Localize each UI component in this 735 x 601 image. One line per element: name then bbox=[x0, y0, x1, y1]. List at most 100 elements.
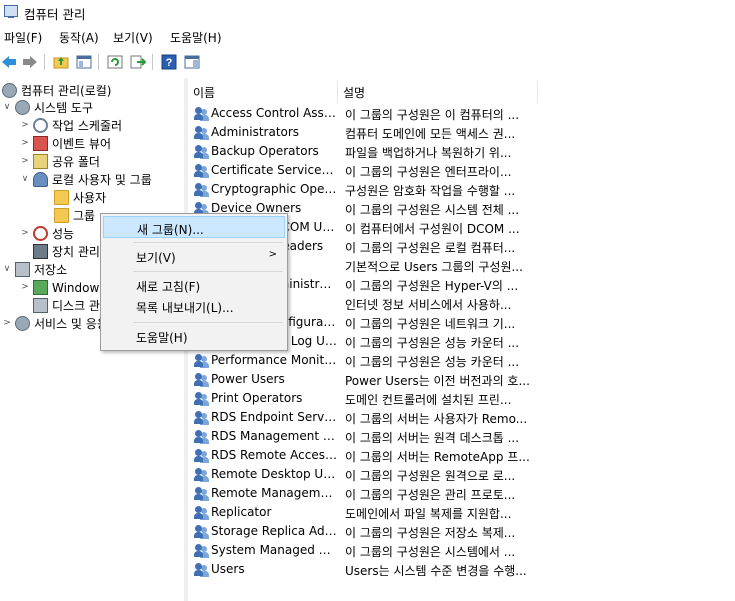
show-tree-icon[interactable] bbox=[75, 53, 93, 71]
group-description: 이 그룹의 구성원은 Hyper-V의 ... bbox=[345, 279, 519, 293]
group-description: 이 그룹의 서버는 원격 데스크톱 ... bbox=[345, 431, 520, 445]
horizontal-scrollbar[interactable] bbox=[188, 587, 735, 601]
tree-item-local-users-groups[interactable]: ∨ 로컬 사용자 및 그룹 bbox=[20, 170, 152, 188]
table-row[interactable]: Access Control Assist... 이 그룹의 구성원은 이 컴퓨터… bbox=[192, 104, 532, 123]
window-title: 컴퓨터 관리 bbox=[24, 7, 86, 22]
table-row[interactable]: Storage Replica Admi... 이 그룹의 구성원은 저장소 복제… bbox=[192, 522, 532, 541]
refresh-icon[interactable] bbox=[106, 53, 124, 71]
menu-item-view[interactable]: 보기(V) > bbox=[103, 245, 285, 267]
group-icon bbox=[194, 467, 209, 482]
table-row[interactable]: Replicator 도메인에서 파일 복제를 지원합... bbox=[192, 503, 532, 522]
group-description: 도메인에서 파일 복제를 지원합... bbox=[345, 507, 512, 521]
group-description: Power Users는 이전 버전과의 호... bbox=[345, 374, 530, 388]
local-users-groups-icon bbox=[33, 171, 48, 187]
export-list-icon[interactable] bbox=[129, 53, 147, 71]
storage-icon bbox=[15, 261, 30, 277]
table-row[interactable]: Cryptographic Operat... 구성원은 암호화 작업을 수행할 … bbox=[192, 180, 532, 199]
menu-file[interactable]: 파일(F) bbox=[4, 29, 42, 46]
group-name: Remote Desktop Users bbox=[211, 467, 337, 481]
group-description: 이 그룹의 구성원은 로컬 컴퓨터... bbox=[345, 241, 516, 255]
folder-icon bbox=[54, 207, 69, 223]
group-name: Print Operators bbox=[211, 391, 303, 405]
table-row[interactable]: Users Users는 시스템 수준 변경을 수행... bbox=[192, 560, 532, 579]
menu-help[interactable]: 도움말(H) bbox=[170, 29, 222, 46]
menu-item-new-group[interactable]: 새 그룹(N)... bbox=[103, 216, 285, 238]
group-description: 이 그룹의 서버는 RemoteApp 프... bbox=[345, 450, 530, 464]
group-description: Users는 시스템 수준 변경을 수행... bbox=[345, 564, 527, 578]
group-description: 이 그룹의 구성원은 성능 카운터 ... bbox=[345, 355, 520, 369]
svg-text:?: ? bbox=[166, 57, 173, 69]
menu-view[interactable]: 보기(V) bbox=[113, 29, 153, 46]
tree-item-storage[interactable]: ∨ 저장소 bbox=[2, 260, 67, 278]
properties-pane-icon[interactable] bbox=[183, 53, 201, 71]
group-description: 이 그룹의 구성원은 관리 프로토... bbox=[345, 488, 516, 502]
toolbar-separator bbox=[44, 54, 45, 70]
group-icon bbox=[194, 182, 209, 197]
menu-item-export-list[interactable]: 목록 내보내기(L)... bbox=[103, 295, 285, 317]
table-row[interactable]: Backup Operators 파일을 백업하거나 복원하기 위... bbox=[192, 142, 532, 161]
menu-item-help[interactable]: 도움말(H) bbox=[103, 325, 285, 347]
group-name: Certificate Service DC... bbox=[211, 163, 337, 177]
chevron-down-icon[interactable]: ∨ bbox=[20, 174, 30, 184]
group-name: Administrators bbox=[211, 125, 300, 139]
tree-item-computer-management[interactable]: 컴퓨터 관리(로컬) bbox=[2, 81, 111, 99]
computer-management-icon bbox=[2, 82, 17, 98]
chevron-right-icon[interactable]: > bbox=[20, 282, 30, 292]
table-row[interactable]: Certificate Service DC... 이 그룹의 구성원은 엔터프라… bbox=[192, 161, 532, 180]
menu-action[interactable]: 동작(A) bbox=[59, 29, 99, 46]
group-icon bbox=[194, 505, 209, 520]
column-header-name[interactable]: 이름 bbox=[188, 81, 338, 103]
table-row[interactable]: RDS Endpoint Servers 이 그룹의 서버는 사용자가 Remo.… bbox=[192, 408, 532, 427]
group-description: 도메인 컨트롤러에 설치된 프린... bbox=[345, 393, 512, 407]
table-row[interactable]: Power Users Power Users는 이전 버전과의 호... bbox=[192, 370, 532, 389]
group-name: Cryptographic Operat... bbox=[211, 182, 337, 196]
table-row[interactable]: Administrators 컴퓨터 도메인에 모든 액세스 권... bbox=[192, 123, 532, 142]
up-folder-icon[interactable] bbox=[52, 53, 70, 71]
table-row[interactable]: Performance Monitor... 이 그룹의 구성원은 성능 카운터 … bbox=[192, 351, 532, 370]
toolbar-separator bbox=[152, 54, 153, 70]
group-icon bbox=[194, 448, 209, 463]
table-row[interactable]: Print Operators 도메인 컨트롤러에 설치된 프린... bbox=[192, 389, 532, 408]
group-description: 이 그룹의 서버는 사용자가 Remo... bbox=[345, 412, 528, 426]
group-icon bbox=[194, 163, 209, 178]
group-name: RDS Remote Access ... bbox=[211, 448, 337, 462]
group-name: Replicator bbox=[211, 505, 272, 519]
tree-item-performance[interactable]: > 성능 bbox=[20, 224, 74, 242]
tree-item-event-viewer[interactable]: > 이벤트 뷰어 bbox=[20, 134, 111, 152]
chevron-right-icon[interactable]: > bbox=[20, 138, 30, 148]
back-icon[interactable] bbox=[0, 53, 18, 71]
group-description: 구성원은 암호화 작업을 수행할 ... bbox=[345, 184, 516, 198]
group-icon bbox=[194, 144, 209, 159]
table-row[interactable]: RDS Remote Access ... 이 그룹의 서버는 RemoteApp… bbox=[192, 446, 532, 465]
group-icon bbox=[194, 429, 209, 444]
table-row[interactable]: Remote Management... 이 그룹의 구성원은 관리 프로토... bbox=[192, 484, 532, 503]
table-row[interactable]: RDS Management Se... 이 그룹의 서버는 원격 데스크톱 ..… bbox=[192, 427, 532, 446]
toolbar-separator bbox=[98, 54, 99, 70]
chevron-down-icon[interactable]: ∨ bbox=[2, 102, 12, 112]
column-header-description[interactable]: 설명 bbox=[338, 81, 538, 103]
title-bar: 컴퓨터 관리 bbox=[0, 0, 735, 24]
table-row[interactable]: Remote Desktop Users 이 그룹의 구성원은 원격으로 로... bbox=[192, 465, 532, 484]
tree-item-task-scheduler[interactable]: > 작업 스케줄러 bbox=[20, 116, 122, 134]
group-description: 이 그룹의 구성원은 시스템에서 ... bbox=[345, 545, 516, 559]
shared-folders-icon bbox=[33, 153, 48, 169]
disk-management-icon bbox=[33, 297, 48, 313]
forward-icon[interactable] bbox=[21, 53, 39, 71]
tree-item-groups[interactable]: 그룹 bbox=[54, 206, 95, 224]
task-scheduler-icon bbox=[33, 117, 48, 133]
chevron-right-icon[interactable]: > bbox=[20, 120, 30, 130]
group-name: Remote Management... bbox=[211, 486, 337, 500]
tree-item-system-tools[interactable]: ∨ 시스템 도구 bbox=[2, 98, 93, 116]
group-icon bbox=[194, 391, 209, 406]
chevron-right-icon[interactable]: > bbox=[20, 156, 30, 166]
group-description: 인터넷 정보 서비스에서 사용하... bbox=[345, 298, 512, 312]
menu-separator bbox=[133, 242, 283, 243]
tree-item-shared-folders[interactable]: > 공유 폴더 bbox=[20, 152, 100, 170]
tree-item-users[interactable]: 사용자 bbox=[54, 188, 106, 206]
chevron-right-icon[interactable]: > bbox=[2, 318, 12, 328]
chevron-down-icon[interactable]: ∨ bbox=[2, 264, 12, 274]
menu-item-refresh[interactable]: 새로 고침(F) bbox=[103, 274, 285, 296]
help-icon[interactable]: ? bbox=[160, 53, 178, 71]
chevron-right-icon[interactable]: > bbox=[20, 228, 30, 238]
table-row[interactable]: System Managed Acc... 이 그룹의 구성원은 시스템에서 ..… bbox=[192, 541, 532, 560]
